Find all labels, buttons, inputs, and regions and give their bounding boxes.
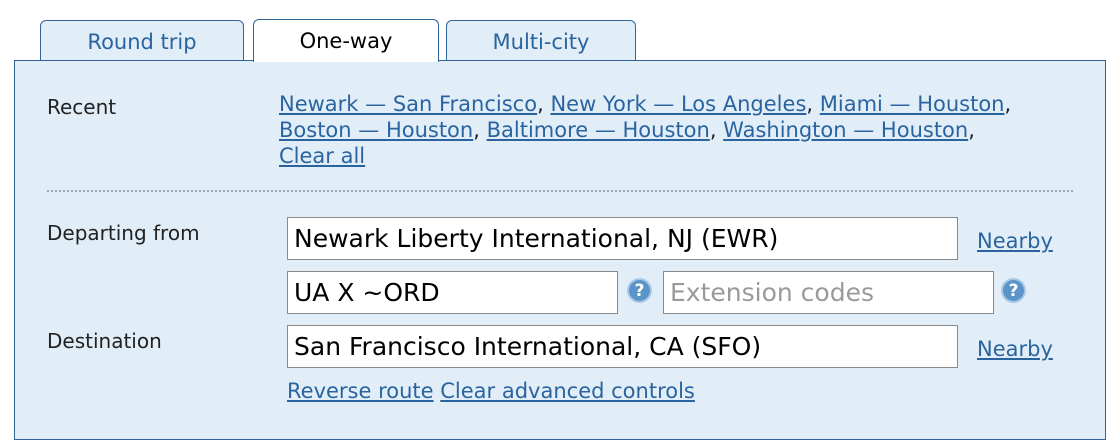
departing-nearby-link[interactable]: Nearby (977, 229, 1053, 253)
routing-code-input[interactable]: UA X ~ORD (287, 271, 618, 314)
tab-round-trip[interactable]: Round trip (40, 20, 244, 62)
tab-one-way[interactable]: One-way (253, 19, 439, 62)
recent-label: Recent (47, 95, 117, 119)
tab-multi-city-label: Multi-city (492, 29, 590, 54)
routing-code-value: UA X ~ORD (294, 278, 440, 307)
recent-searches: Newark — San Francisco, New York — Los A… (279, 92, 1012, 168)
destination-label: Destination (47, 329, 162, 353)
recent-link[interactable]: Washington — Houston (723, 118, 968, 142)
routing-help-icon[interactable]: ? (627, 278, 652, 303)
route-actions: Reverse route Clear advanced controls (287, 379, 695, 403)
extension-codes-input[interactable]: Extension codes (663, 271, 994, 314)
recent-link[interactable]: Miami — Houston (820, 92, 1005, 116)
departing-input[interactable]: Newark Liberty International, NJ (EWR) (287, 217, 958, 260)
departing-value: Newark Liberty International, NJ (EWR) (294, 224, 779, 253)
recent-link[interactable]: Newark — San Francisco (279, 92, 537, 116)
search-panel: Recent Newark — San Francisco, New York … (14, 60, 1106, 440)
trip-type-tabs: Round trip One-way Multi-city (0, 0, 1120, 62)
recent-link[interactable]: New York — Los Angeles (550, 92, 806, 116)
tab-one-way-label: One-way (299, 29, 393, 53)
reverse-route-link[interactable]: Reverse route (287, 379, 434, 403)
help-icon-glyph: ? (634, 280, 645, 301)
tab-multi-city[interactable]: Multi-city (446, 20, 636, 62)
divider (47, 190, 1073, 192)
extension-help-icon[interactable]: ? (1001, 278, 1026, 303)
extension-codes-placeholder: Extension codes (670, 278, 874, 307)
recent-link[interactable]: Boston — Houston (279, 118, 473, 142)
destination-nearby-link[interactable]: Nearby (977, 337, 1053, 361)
destination-value: San Francisco International, CA (SFO) (294, 332, 762, 361)
departing-label: Departing from (47, 221, 200, 245)
recent-link[interactable]: Baltimore — Houston (487, 118, 710, 142)
clear-advanced-controls-link[interactable]: Clear advanced controls (440, 379, 695, 403)
tab-round-trip-label: Round trip (87, 29, 197, 54)
help-icon-glyph: ? (1008, 280, 1019, 301)
clear-all-link[interactable]: Clear all (279, 144, 365, 168)
destination-input[interactable]: San Francisco International, CA (SFO) (287, 325, 958, 368)
